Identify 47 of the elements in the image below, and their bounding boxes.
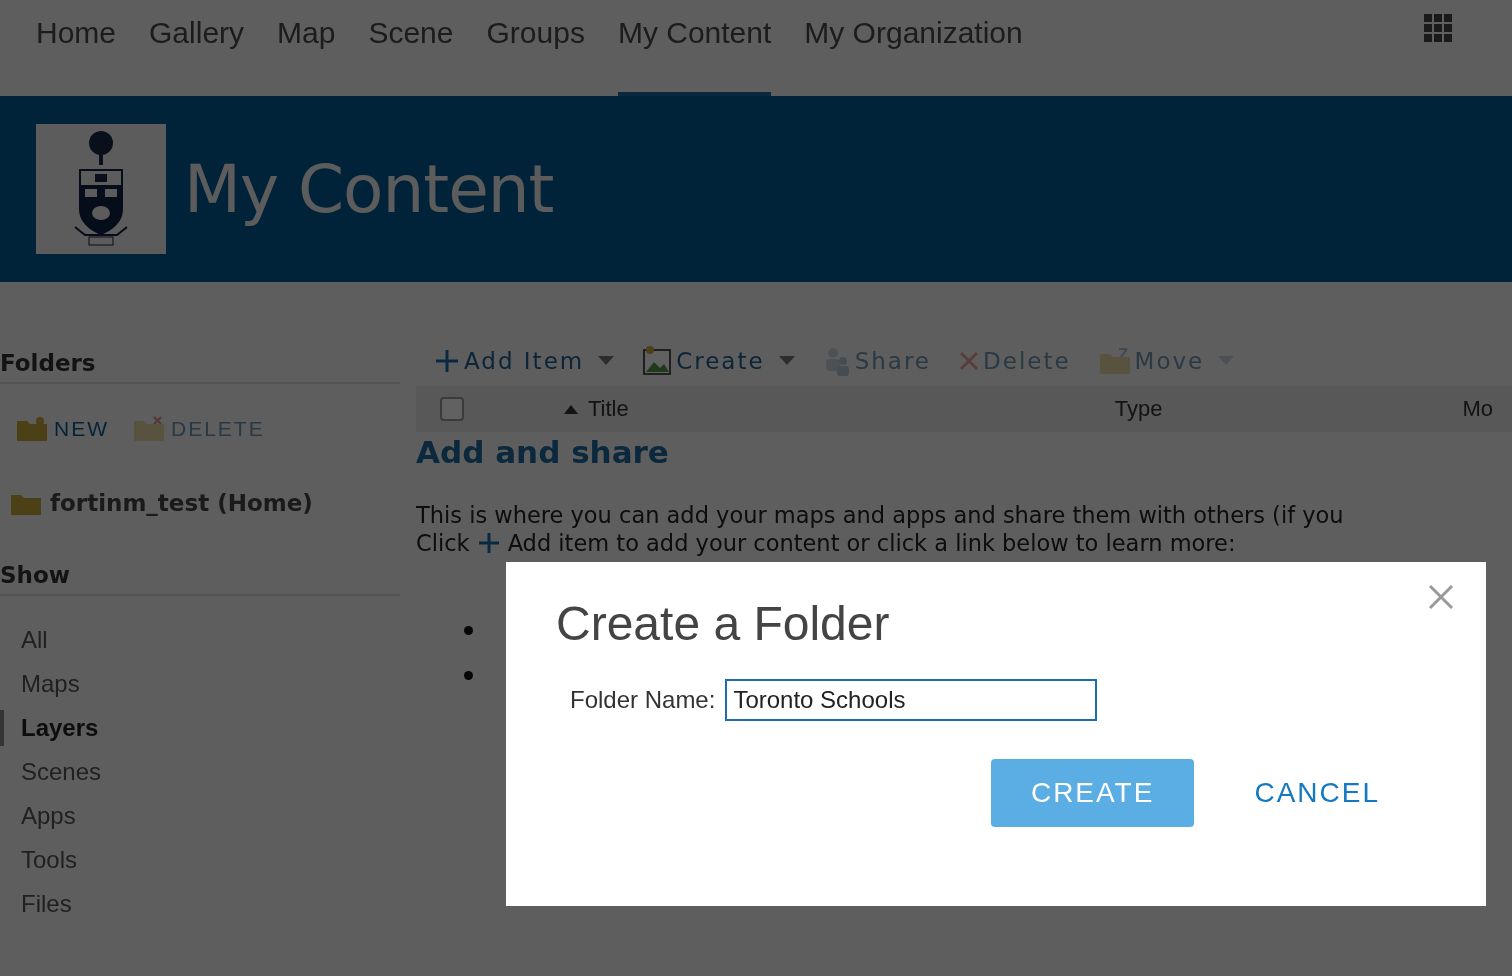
plus-icon: [477, 532, 500, 554]
page-title: My Content: [184, 150, 554, 228]
close-icon[interactable]: [1426, 582, 1456, 612]
folder-icon: [133, 416, 165, 442]
plus-icon: [434, 348, 460, 374]
nav-tab[interactable]: Groups: [486, 0, 585, 96]
empty-state-heading: Add and share: [416, 434, 670, 470]
filter-item[interactable]: Scenes: [0, 754, 400, 790]
filter-item[interactable]: Maps: [0, 666, 400, 702]
nav-tab[interactable]: My Organization: [804, 0, 1023, 96]
filter-item[interactable]: Tools: [0, 842, 400, 878]
folder-icon: [16, 416, 48, 442]
image-icon: [642, 346, 673, 376]
create-button[interactable]: CREATE: [990, 759, 1195, 827]
section-heading: Show: [0, 562, 400, 596]
section-heading: Folders: [0, 350, 400, 384]
dialog-title: Create a Folder: [556, 596, 891, 651]
nav-tab[interactable]: Scene: [368, 0, 454, 96]
filter-item[interactable]: Apps: [0, 798, 400, 834]
close-icon: [959, 351, 979, 371]
description-text: This is where you can add your maps and apps and share them with others (if you: [416, 501, 1345, 530]
instruction-text: Click: [416, 530, 470, 556]
field-label: Folder Name:: [570, 686, 716, 714]
column-header[interactable]: Title: [564, 396, 629, 422]
sort-up-icon: [564, 404, 578, 414]
instruction-text: Add item to add your content or click a link below to learn more:: [507, 530, 1236, 556]
folder-action-link[interactable]: NEW: [16, 416, 109, 442]
toolbar-button[interactable]: Add Item: [434, 348, 615, 374]
list-bullet: [464, 671, 473, 680]
column-header[interactable]: Type: [1114, 396, 1163, 422]
caret-icon: [598, 356, 615, 366]
filter-item[interactable]: Files: [0, 886, 400, 922]
filter-item[interactable]: Layers: [0, 710, 400, 746]
nav-tab[interactable]: Home: [36, 0, 117, 96]
toolbar-button[interactable]: Create: [642, 346, 795, 376]
column-header[interactable]: Mo: [1462, 396, 1493, 422]
cancel-button[interactable]: CANCEL: [1254, 759, 1380, 827]
select-all-checkbox[interactable]: [440, 397, 464, 421]
nav-tab[interactable]: Gallery: [149, 0, 245, 96]
folder-name-input[interactable]: Toronto Schools: [725, 679, 1098, 721]
app-grid-icon[interactable]: [1424, 14, 1452, 42]
folder-item[interactable]: fortinm_test (Home): [0, 442, 400, 562]
filter-item[interactable]: All: [0, 622, 400, 658]
nav-tab[interactable]: Map: [277, 0, 336, 96]
list-bullet: [464, 626, 473, 635]
caret-icon: [778, 356, 795, 366]
folder-icon: [1098, 347, 1131, 375]
